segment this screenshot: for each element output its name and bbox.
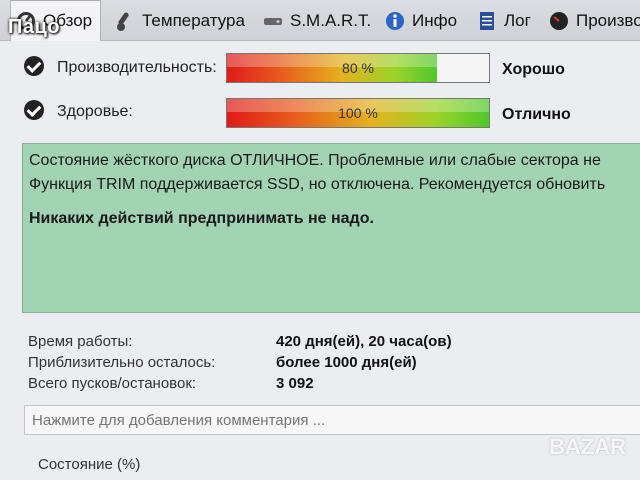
comment-input[interactable] [24, 405, 640, 435]
status-message-panel: Состояние жёсткого диска ОТЛИЧНОЕ. Пробл… [22, 143, 640, 313]
tab-smart[interactable]: S.M.A.R.T. [262, 6, 371, 36]
thermometer-icon [117, 12, 129, 31]
remaining-label: Приблизительно осталось: [28, 354, 216, 371]
check-icon [24, 100, 44, 120]
tab-info[interactable]: Инфо [384, 6, 457, 36]
tab-label: S.M.A.R.T. [290, 11, 372, 30]
remaining-value: более 1000 дня(ей) [276, 354, 417, 371]
tab-strip: Обзор Температура S.M.A.R.T. Инфо Лог Пр… [0, 0, 640, 41]
tab-log[interactable]: Лог [476, 6, 531, 36]
performance-percent: 80 % [342, 60, 374, 76]
uptime-value: 420 дня(ей), 20 часа(ов) [276, 333, 452, 350]
advice-text: Никаких действий предпринимать не надо. [29, 210, 374, 227]
health-verdict: Отлично [502, 106, 571, 123]
performance-verdict: Хорошо [502, 61, 565, 78]
health-percent: 100 % [338, 105, 378, 121]
check-icon [24, 56, 44, 76]
state-section-label: Состояние (%) [38, 456, 141, 473]
info-icon [386, 12, 404, 30]
performance-label: Производительность: [57, 59, 217, 76]
message-line: Состояние жёсткого диска ОТЛИЧНОЕ. Пробл… [29, 152, 601, 169]
health-bar: 100 % [226, 98, 490, 128]
watermark-logo: BAZAR [549, 434, 626, 459]
tab-performance[interactable]: Произво [548, 6, 640, 36]
starts-label: Всего пусков/остановок: [28, 375, 197, 392]
uptime-label: Время работы: [28, 333, 133, 350]
starts-value: 3 092 [276, 375, 314, 392]
tab-label: Температура [142, 11, 245, 30]
drive-icon [264, 18, 282, 25]
tab-temperature[interactable]: Температура [114, 6, 245, 36]
watermark-text: Пацо [8, 16, 61, 38]
tab-label: Лог [504, 11, 531, 30]
document-icon [480, 12, 494, 30]
speedometer-icon [550, 12, 568, 30]
performance-bar: 80 % [226, 53, 490, 83]
tab-label: Произво [576, 11, 640, 30]
health-label: Здоровье: [57, 103, 133, 120]
message-line: Функция TRIM поддерживается SSD, но откл… [29, 176, 606, 193]
tab-label: Инфо [412, 11, 458, 30]
